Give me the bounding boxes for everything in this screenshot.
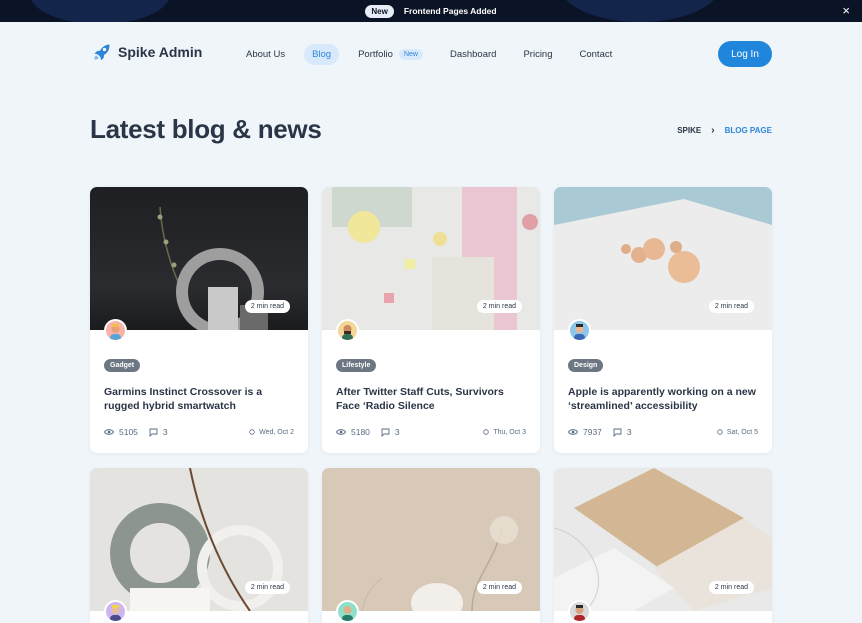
read-time: 2 min read [244, 300, 290, 313]
post-date: Sat, Oct 5 [726, 428, 758, 436]
nav-blog[interactable]: Blog [304, 44, 340, 65]
view-count: 5105 [119, 427, 138, 437]
announcement-text: Frontend Pages Added [403, 6, 497, 16]
nav-pricing[interactable]: Pricing [515, 44, 560, 65]
nav-label: Blog [312, 49, 332, 60]
read-time: 2 min read [244, 581, 290, 594]
nav-portfolio[interactable]: Portfolio New [350, 44, 431, 65]
comment-count: 3 [626, 427, 632, 437]
read-time: 2 min read [708, 581, 754, 594]
read-time: 2 min read [708, 300, 754, 313]
category-badge[interactable]: Gadget [104, 359, 141, 372]
avatar[interactable] [104, 319, 127, 342]
avatar[interactable] [336, 319, 359, 342]
comment-icon [149, 428, 158, 437]
avatar[interactable] [568, 600, 591, 623]
breadcrumb-home[interactable]: SPIKE [677, 126, 701, 135]
blog-card[interactable]: 2 min read Gadget Garmins Instinct Cross… [90, 187, 308, 453]
read-time: 2 min read [476, 300, 522, 313]
post-image[interactable]: 2 min read [322, 468, 540, 611]
new-badge: New [365, 4, 394, 18]
brand-logo[interactable]: Spike Admin [92, 42, 202, 62]
nav-label: Portfolio [358, 49, 393, 60]
comment-count: 3 [394, 427, 400, 437]
comment-icon [613, 428, 622, 437]
nav-label: Pricing [523, 49, 553, 60]
avatar[interactable] [568, 319, 591, 342]
circle-icon [717, 429, 723, 435]
blog-card[interactable]: 2 min read [322, 468, 540, 623]
post-meta: 5105 3 Wed, Oct 2 [104, 427, 294, 437]
eye-icon [104, 429, 114, 435]
nav-label: Contact [579, 49, 613, 60]
avatar[interactable] [104, 600, 127, 623]
nav-label: Dashboard [449, 49, 497, 60]
breadcrumb: SPIKE › BLOG PAGE [677, 125, 772, 136]
blog-card[interactable]: 2 min read [554, 468, 772, 623]
view-count: 7937 [583, 427, 602, 437]
nav-contact[interactable]: Contact [572, 44, 621, 65]
post-title[interactable]: After Twitter Staff Cuts, Survivors Face… [336, 386, 526, 414]
eye-icon [336, 429, 346, 435]
brand-name: Spike Admin [118, 44, 203, 60]
eye-icon [568, 429, 578, 435]
announcement-bar: New Frontend Pages Added × [0, 0, 862, 22]
close-icon[interactable]: × [842, 3, 850, 19]
rocket-icon [94, 44, 110, 61]
avatar[interactable] [336, 600, 359, 623]
page-title: Latest blog & news [90, 114, 322, 144]
chevron-right-icon: › [711, 125, 715, 136]
category-badge[interactable]: Design [568, 359, 604, 372]
post-meta: 7937 3 Sat, Oct 5 [568, 427, 758, 437]
post-date: Thu, Oct 3 [493, 428, 526, 436]
category-badge[interactable]: Lifestyle [336, 359, 377, 372]
post-image[interactable]: 2 min read [90, 187, 308, 330]
post-image[interactable]: 2 min read [322, 187, 540, 330]
main-nav: About Us Blog Portfolio New Dashboard Pri… [238, 44, 631, 65]
post-image[interactable]: 2 min read [554, 187, 772, 330]
comment-count: 3 [162, 427, 168, 437]
circle-icon [249, 429, 255, 435]
nav-dashboard[interactable]: Dashboard [442, 44, 504, 65]
post-image[interactable]: 2 min read [554, 468, 772, 611]
nav-label: About Us [246, 49, 286, 60]
post-image[interactable]: 2 min read [90, 468, 308, 611]
decorative-shape [560, 0, 720, 22]
nav-about-us[interactable]: About Us [238, 44, 293, 65]
view-count: 5180 [351, 427, 370, 437]
read-time: 2 min read [476, 581, 522, 594]
post-title[interactable]: Garmins Instinct Crossover is a rugged h… [104, 386, 294, 414]
blog-card[interactable]: 2 min read Lifestyle After Twitter Staff… [322, 187, 540, 453]
post-date: Wed, Oct 2 [259, 428, 294, 436]
circle-icon [483, 429, 490, 435]
blog-card[interactable]: 2 min read [90, 468, 308, 623]
comment-icon [381, 428, 390, 437]
new-badge: New [398, 49, 423, 60]
blog-card[interactable]: 2 min read Design Apple is apparently wo… [554, 187, 772, 453]
breadcrumb-current: BLOG PAGE [724, 126, 772, 135]
site-header: Spike Admin About Us Blog Portfolio New D… [0, 22, 862, 88]
login-button[interactable]: Log In [718, 41, 772, 67]
decorative-shape [30, 0, 170, 22]
post-meta: 5180 3 Thu, Oct 3 [336, 427, 526, 437]
post-title[interactable]: Apple is apparently working on a new ‘st… [568, 386, 758, 414]
